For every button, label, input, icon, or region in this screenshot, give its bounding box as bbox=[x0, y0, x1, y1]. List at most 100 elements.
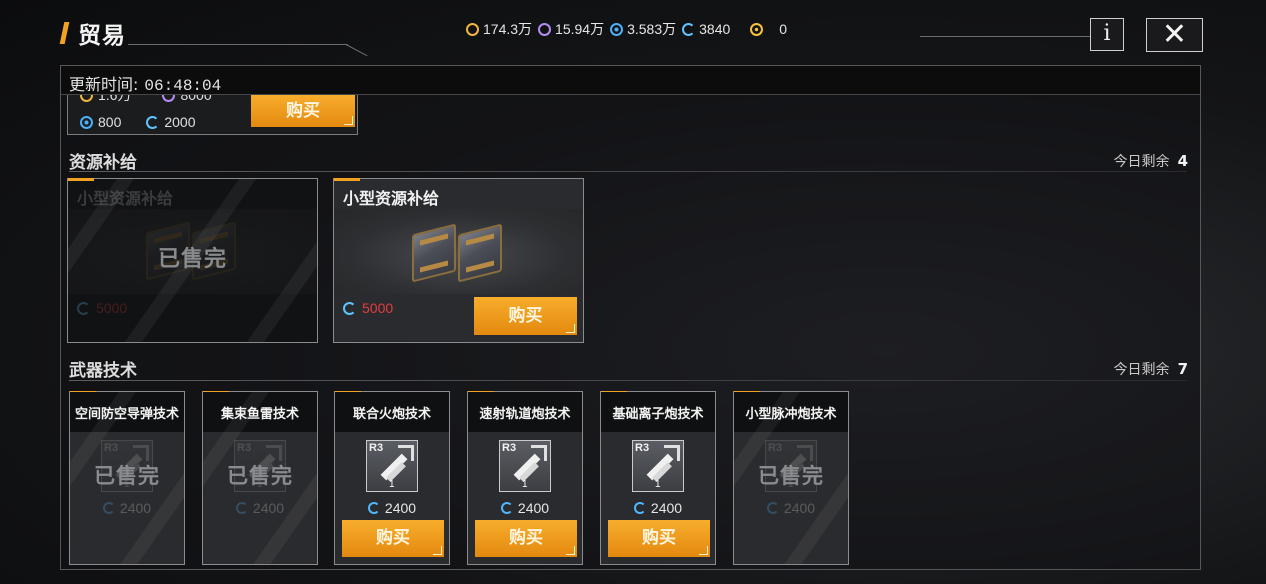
close-button[interactable]: ✕ bbox=[1146, 18, 1203, 52]
weapon-card[interactable]: 联合火炮技术 R3 1 2400 购买 bbox=[334, 391, 450, 565]
resource-remaining-count: 4 bbox=[1177, 152, 1188, 170]
title-accent-bar bbox=[59, 22, 70, 44]
weapon-card-name: 集束鱼雷技术 bbox=[220, 407, 299, 422]
yellow-triangle-icon bbox=[750, 22, 764, 36]
cyan-cycle-icon bbox=[682, 22, 696, 36]
weapon-card-price: 2400 bbox=[468, 500, 582, 516]
weapon-section-title: 武器技术 bbox=[69, 361, 137, 381]
cyan-cycle-icon bbox=[766, 502, 779, 514]
weapon-level: 1 bbox=[389, 479, 395, 490]
weapon-buy-button[interactable]: 购买 bbox=[342, 520, 444, 557]
weapon-card[interactable]: 速射轨道炮技术 R3 1 2400 购买 bbox=[467, 391, 583, 565]
weapon-rank: R3 bbox=[502, 442, 517, 454]
weapon-card-price: 2400 bbox=[601, 500, 715, 516]
weapon-card-sold-out: 空间防空导弹技术 R3 1 2400 已售完 bbox=[69, 391, 185, 565]
weapon-remaining-count: 7 bbox=[1177, 360, 1188, 378]
weapon-card-name: 小型脉冲炮技术 bbox=[745, 407, 837, 422]
weapon-section-divider bbox=[69, 380, 1187, 381]
upgrade-arrow-icon bbox=[797, 445, 813, 461]
cyan-cycle-icon bbox=[102, 502, 115, 514]
gold-coin-icon bbox=[466, 22, 479, 36]
weapon-level: 1 bbox=[522, 479, 528, 490]
weapon-card-name: 联合火炮技术 bbox=[352, 407, 431, 422]
refresh-timer-bar: 更新时间: 06:48:04 bbox=[61, 66, 1200, 95]
resource-card-name: 小型资源补给 bbox=[343, 189, 440, 208]
upgrade-arrow-icon bbox=[133, 445, 149, 461]
purple-crystal-icon bbox=[538, 22, 552, 36]
weapon-card-price-value: 2400 bbox=[384, 500, 417, 516]
crate-icon bbox=[458, 223, 502, 283]
weapon-tech-icon: R3 1 bbox=[366, 440, 418, 492]
card-accent bbox=[68, 178, 94, 181]
weapon-rank: R3 bbox=[369, 442, 384, 454]
weapon-card-price: 2400 bbox=[70, 500, 184, 516]
currency-purple: 15.94万 bbox=[538, 19, 604, 39]
sold-out-label: 已售完 bbox=[94, 464, 160, 488]
currency-gold-value: 174.3万 bbox=[483, 21, 533, 37]
resource-buy-button[interactable]: 购买 bbox=[474, 297, 577, 335]
previous-offer-buy-button[interactable]: 购买 bbox=[251, 95, 355, 127]
cyan-cycle-icon bbox=[633, 502, 646, 514]
currency-blue-value: 3.583万 bbox=[627, 21, 677, 37]
weapon-remaining: 今日剩余 7 bbox=[1114, 359, 1188, 379]
weapon-card-name: 基础离子炮技术 bbox=[612, 407, 704, 422]
currency-blue: 3.583万 bbox=[610, 19, 676, 39]
sold-out-label: 已售完 bbox=[758, 464, 824, 488]
weapon-card[interactable]: 基础离子炮技术 R3 1 2400 购买 bbox=[600, 391, 716, 565]
weapon-rank: R3 bbox=[768, 442, 783, 454]
resource-card-price-value: 5000 bbox=[362, 300, 394, 316]
header-divider-left bbox=[128, 33, 348, 45]
upgrade-arrow-icon bbox=[398, 445, 414, 461]
resource-card-price-value: 5000 bbox=[96, 300, 128, 316]
resource-section-title: 资源补给 bbox=[69, 153, 137, 173]
resource-card[interactable]: 小型资源补给 5000 购买 bbox=[333, 178, 584, 343]
upgrade-arrow-icon bbox=[664, 445, 680, 461]
cyan-cycle-icon bbox=[367, 502, 380, 514]
currency-cyan-value: 3840 bbox=[699, 21, 731, 37]
currency-special: 0 bbox=[750, 21, 787, 37]
weapon-card-sold-out: 小型脉冲炮技术 R3 1 2400 已售完 bbox=[733, 391, 849, 565]
cyan-cycle-icon bbox=[343, 301, 356, 315]
cyan-cycle-icon bbox=[77, 301, 90, 315]
resource-remaining-label: 今日剩余 bbox=[1113, 154, 1170, 170]
weapon-card-name: 速射轨道炮技术 bbox=[479, 407, 571, 422]
resource-section-divider bbox=[69, 171, 1187, 172]
cyan-cycle-icon bbox=[500, 502, 513, 514]
currency-cyan: 3840 bbox=[682, 21, 730, 37]
upgrade-arrow-icon bbox=[266, 445, 282, 461]
weapon-buy-button[interactable]: 购买 bbox=[608, 520, 710, 557]
weapon-card-price: 2400 bbox=[203, 500, 317, 516]
currency-bar: 174.3万 15.94万 3.583万 3840 0 bbox=[466, 19, 787, 39]
resource-card-name: 小型资源补给 bbox=[77, 189, 174, 208]
currency-purple-value: 15.94万 bbox=[555, 21, 605, 37]
trade-panel[interactable]: 更新时间: 06:48:04 1.6万 8000 800 2000 购买 资源补给… bbox=[60, 65, 1201, 570]
weapon-card-price: 2400 bbox=[734, 500, 848, 516]
sold-out-label: 已售完 bbox=[227, 464, 293, 488]
card-accent bbox=[334, 178, 360, 181]
weapon-card-price: 2400 bbox=[335, 500, 449, 516]
resource-card-price: 5000 bbox=[343, 300, 393, 316]
refresh-time: 06:48:04 bbox=[144, 77, 222, 95]
resource-card-price: 5000 bbox=[77, 300, 127, 316]
weapon-card-sold-out: 集束鱼雷技术 R3 1 2400 已售完 bbox=[202, 391, 318, 565]
previous-offer-cyan: 2000 bbox=[164, 114, 196, 130]
weapon-remaining-label: 今日剩余 bbox=[1113, 362, 1170, 378]
resource-crate-image bbox=[334, 209, 583, 294]
info-button[interactable]: i bbox=[1090, 18, 1124, 51]
weapon-card-price-value: 2400 bbox=[650, 500, 683, 516]
currency-gold: 174.3万 bbox=[466, 19, 532, 39]
resource-remaining: 今日剩余 4 bbox=[1114, 151, 1188, 171]
blue-energy-icon bbox=[80, 115, 93, 129]
weapon-rank: R3 bbox=[237, 442, 252, 454]
currency-special-value: 0 bbox=[779, 21, 788, 37]
weapon-card-price-value: 2400 bbox=[252, 500, 285, 516]
weapon-level: 1 bbox=[655, 479, 661, 490]
cyan-cycle-icon bbox=[235, 502, 248, 514]
weapon-card-price-value: 2400 bbox=[119, 500, 152, 516]
weapon-rank: R3 bbox=[104, 442, 119, 454]
weapon-card-name: 空间防空导弹技术 bbox=[74, 407, 179, 422]
weapon-card-price-value: 2400 bbox=[783, 500, 816, 516]
weapon-card-price-value: 2400 bbox=[517, 500, 550, 516]
top-bar: 贸易 174.3万 15.94万 3.583万 3840 0 i ✕ bbox=[0, 0, 1266, 62]
weapon-buy-button[interactable]: 购买 bbox=[475, 520, 577, 557]
